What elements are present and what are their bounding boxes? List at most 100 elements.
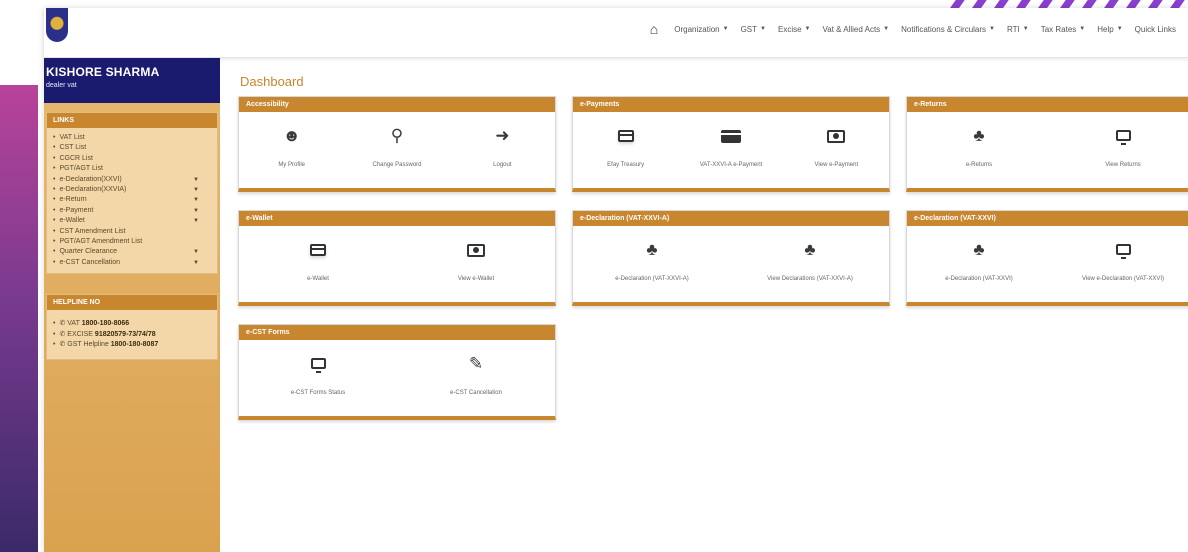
caret-down-icon: ▼ — [760, 26, 766, 32]
card-e-returns: e-Returns ♣ e-Returns View Returns — [906, 96, 1188, 192]
helpline-panel: HELPLINE NO • ✆ VAT 1800-180-8066 • ✆ EXCI… — [46, 294, 218, 360]
efay-treasury-button[interactable]: Efay Treasury — [573, 126, 678, 168]
main-nav: ⌂ Organization ▼ GST ▼ Excise ▼ Vat & Allie… — [650, 22, 1182, 36]
nav-label: GST — [740, 24, 758, 34]
view-e-wallet-button[interactable]: View e-Wallet — [421, 240, 531, 282]
sidebar-link-cst-amendment[interactable]: • CST Amendment List — [53, 227, 213, 237]
my-profile-button[interactable]: ☻ My Profile — [239, 126, 344, 168]
monitor-icon — [1115, 244, 1131, 259]
edit-icon: ✎ — [468, 354, 484, 373]
money-icon — [467, 244, 485, 257]
user-name: KISHORE SHARMA — [46, 65, 160, 79]
nav-notifications[interactable]: Notifications & Circulars ▼ — [895, 25, 1001, 34]
sidebar-link-cgcr-list[interactable]: • CGCR List — [53, 154, 213, 164]
e-returns-button[interactable]: ♣ e-Returns — [924, 126, 1034, 168]
sidebar-link-cst-list[interactable]: • CST List — [53, 143, 213, 153]
sidebar-link-pgt-agt-list[interactable]: • PGT/AGT List — [53, 164, 213, 174]
phone-icon: ✆ — [59, 330, 66, 338]
card-title: e-Wallet — [239, 211, 555, 226]
nav-help[interactable]: Help ▼ — [1091, 25, 1128, 34]
vat-xxvi-a-payment-button[interactable]: VAT-XXVI-A e-Payment — [678, 126, 783, 168]
money-icon — [827, 130, 846, 143]
home-icon[interactable]: ⌂ — [650, 22, 668, 36]
sidebar-link-quarter-clearance[interactable]: • Quarter Clearance ▼ — [53, 247, 213, 257]
card-accessibility: Accessibility ☻ My Profile ⚲ Change Passwo… — [238, 96, 556, 192]
app-window: ⌂ Organization ▼ GST ▼ Excise ▼ Vat & Allie… — [44, 8, 1188, 552]
card-title: e-Returns — [907, 97, 1188, 112]
sidebar-link-e-declaration-xxvia[interactable]: • e-Declaration(XXVIA) ▼ — [53, 185, 213, 195]
nav-rti[interactable]: RTI ▼ — [1001, 25, 1035, 34]
sidebar-link-vat-list[interactable]: • VAT List — [53, 133, 213, 143]
nav-vat-allied-acts[interactable]: Vat & Allied Acts ▼ — [817, 25, 896, 34]
helpline-excise: • ✆ EXCISE 91820579-73/74/78 — [53, 330, 156, 338]
helpline-gst: • ✆ GST Helpline 1800-180-8087 — [53, 341, 159, 349]
credit-card-icon — [617, 130, 634, 142]
sidebar-link-e-declaration-xxvi[interactable]: • e-Declaration(XXVI) ▼ — [53, 175, 213, 185]
nav-label: RTI — [1007, 24, 1020, 34]
credit-card-icon — [310, 244, 326, 256]
nav-label: Excise — [777, 24, 802, 34]
cubes-icon: ♣ — [804, 240, 816, 259]
caret-down-icon: ▼ — [193, 197, 199, 204]
phone-icon: ✆ — [59, 320, 66, 328]
sidebar-link-e-return[interactable]: • e-Return ▼ — [53, 195, 213, 205]
credit-card-solid-icon — [720, 130, 741, 143]
sidebar-link-e-cst-cancellation[interactable]: • e-CST Cancellation ▼ — [53, 258, 213, 268]
card-title: e-Declaration (VAT-XXVI) — [907, 211, 1188, 226]
sidebar-link-pgt-agt-amendment[interactable]: • PGT/AGT Amendment List — [53, 237, 213, 247]
links-panel: LINKS • VAT List • CST List • CGCR List • PG… — [46, 112, 218, 275]
card-title: e-CST Forms — [239, 325, 555, 340]
e-wallet-button[interactable]: e-Wallet — [263, 240, 373, 282]
caret-down-icon: ▼ — [722, 26, 729, 32]
change-password-button[interactable]: ⚲ Change Password — [344, 126, 449, 168]
caret-down-icon: ▼ — [883, 26, 890, 32]
card-e-declaration-vat-xxvi: e-Declaration (VAT-XXVI) ♣ e-Declaration … — [906, 210, 1188, 306]
view-declarations-xxvi-a-button[interactable]: ♣ View Declarations (VAT-XXVI-A) — [755, 240, 865, 282]
monitor-icon — [310, 358, 326, 373]
caret-down-icon: ▼ — [989, 26, 995, 32]
nav-excise[interactable]: Excise ▼ — [772, 25, 817, 34]
caret-down-icon: ▼ — [193, 207, 199, 214]
user-icon: ☻ — [282, 126, 301, 145]
nav-label: Organization — [674, 24, 720, 34]
nav-label: Tax Rates — [1040, 24, 1077, 34]
view-returns-button[interactable]: View Returns — [1068, 126, 1178, 168]
links-list: • VAT List • CST List • CGCR List • PGT/AGT … — [47, 128, 217, 273]
user-role: dealer vat — [46, 82, 77, 89]
logout-button[interactable]: ➜ Logout — [450, 126, 555, 168]
card-e-declaration-vat-xxvi-a: e-Declaration (VAT-XXVI-A) ♣ e-Declaratio… — [572, 210, 890, 306]
nav-label: Help — [1097, 24, 1114, 34]
links-panel-title: LINKS — [47, 113, 217, 128]
nav-quick-links[interactable]: Quick Links — [1129, 25, 1182, 34]
caret-down-icon: ▼ — [1079, 26, 1086, 32]
card-e-payments: e-Payments Efay Treasury VAT-XXVI-A e-Pa… — [572, 96, 890, 192]
caret-down-icon: ▼ — [193, 176, 199, 183]
caret-down-icon: ▼ — [1116, 26, 1123, 32]
card-title: e-Payments — [573, 97, 889, 112]
caret-down-icon: ▼ — [804, 26, 811, 32]
nav-label: Vat & Allied Acts — [822, 24, 881, 34]
caret-down-icon: ▼ — [1022, 26, 1029, 32]
card-title: e-Declaration (VAT-XXVI-A) — [573, 211, 889, 226]
sidebar-link-e-wallet[interactable]: • e-Wallet ▼ — [53, 216, 213, 226]
e-declaration-xxvi-a-button[interactable]: ♣ e-Declaration (VAT-XXVI-A) — [597, 240, 707, 282]
helpline-list: • ✆ VAT 1800-180-8066 • ✆ EXCISE 91820579-… — [47, 310, 217, 358]
cubes-icon: ♣ — [973, 240, 985, 259]
e-cst-forms-status-button[interactable]: e-CST Forms Status — [263, 354, 373, 396]
e-declaration-xxvi-button[interactable]: ♣ e-Declaration (VAT-XXVI) — [924, 240, 1034, 282]
nav-label: Notifications & Circulars — [901, 24, 987, 34]
sidebar-link-e-payment[interactable]: • e-Payment ▼ — [53, 206, 213, 216]
view-e-declaration-xxvi-button[interactable]: View e-Declaration (VAT-XXVI) — [1068, 240, 1178, 282]
nav-organization[interactable]: Organization ▼ — [668, 25, 734, 34]
view-e-payment-button[interactable]: View e-Payment — [784, 126, 889, 168]
top-navbar: ⌂ Organization ▼ GST ▼ Excise ▼ Vat & Allie… — [44, 8, 1188, 58]
phone-icon: ✆ — [59, 341, 66, 349]
key-icon: ⚲ — [390, 126, 404, 145]
cubes-icon: ♣ — [646, 240, 658, 259]
caret-down-icon: ▼ — [193, 187, 199, 194]
backdrop-gradient — [0, 85, 38, 552]
nav-gst[interactable]: GST ▼ — [735, 25, 772, 34]
e-cst-cancellation-button[interactable]: ✎ e-CST Cancellation — [421, 354, 531, 396]
nav-tax-rates[interactable]: Tax Rates ▼ — [1035, 25, 1092, 34]
card-e-cst-forms: e-CST Forms e-CST Forms Status ✎ e-CST Ca… — [238, 324, 556, 420]
